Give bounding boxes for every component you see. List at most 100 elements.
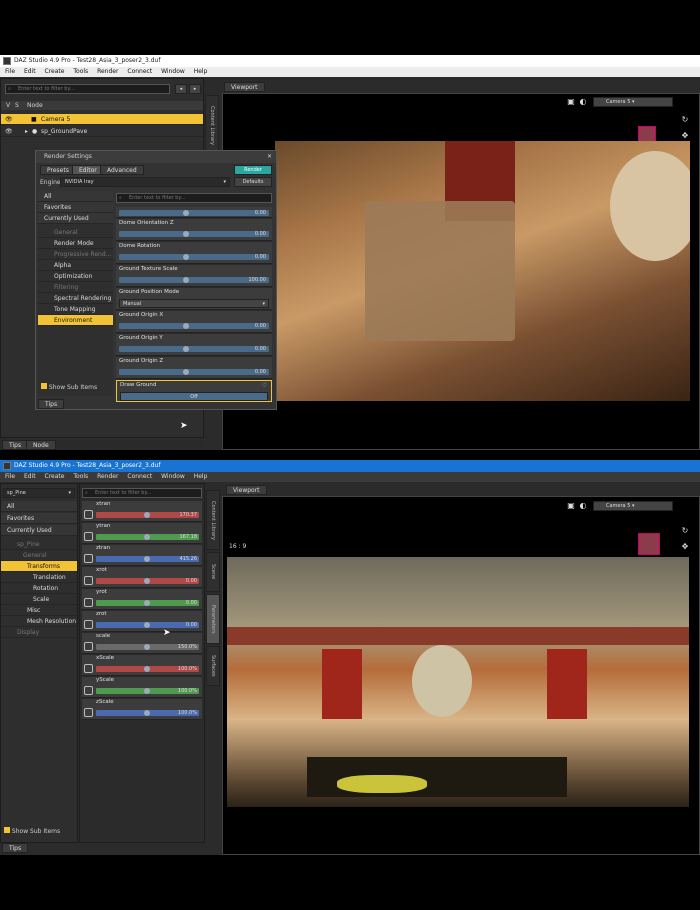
dial-icon[interactable] [84,664,93,673]
tree-misc[interactable]: Misc [1,605,77,616]
param-value[interactable]: 415.26 [180,556,198,562]
slider-knob[interactable] [144,534,150,540]
tree-display[interactable]: Display [1,627,77,638]
param-xScale[interactable]: xScale 100.0% [82,655,202,676]
menu-file[interactable]: File [5,67,15,77]
param-xrot[interactable]: xrot 0.00 [82,567,202,588]
prop-dome-orientation-z[interactable]: Dome Orientation Z 0.00 [116,219,272,241]
tree-transforms[interactable]: Transforms [1,561,77,572]
menu-create[interactable]: Create [45,472,65,482]
cat-currently-used[interactable]: Currently Used [38,213,113,224]
param-value[interactable]: 167.18 [180,534,198,540]
tab-editor[interactable]: Editor [72,165,104,175]
shading-icon[interactable]: ◐ [579,502,587,510]
draw-ground-toggle[interactable]: Off [120,392,268,401]
menu-render[interactable]: Render [97,472,118,482]
tree-translation[interactable]: Translation [1,572,77,583]
tab-advanced[interactable]: Advanced [100,165,144,175]
cat-favorites[interactable]: Favorites [1,513,77,524]
close-icon[interactable]: ✕ [267,151,272,163]
tree-filtering[interactable]: Filtering [38,282,113,293]
param-zScale[interactable]: zScale 100.0% [82,699,202,720]
menu-window[interactable]: Window [161,67,185,77]
camera-select[interactable]: Camera 5 ▾ [593,97,673,107]
slider-knob[interactable] [144,622,150,628]
viewport[interactable]: Camera 5 ▾ ▣ ◐ ↻ ✥ ⌕ ⤢ ⊕ ↺ [222,93,700,450]
param-filter-input[interactable]: ⌕ Enter text to filter by... [82,488,202,498]
cat-all[interactable]: All [1,501,77,512]
slider-knob[interactable] [144,666,150,672]
param-value[interactable]: 170.37 [180,512,198,518]
mode-select[interactable]: Manual ▾ [119,299,269,308]
slider[interactable] [119,231,269,237]
scene-filter-input[interactable]: ⌕ Enter text to filter by... [5,84,170,94]
slider-knob[interactable] [144,710,150,716]
favorite-icon[interactable]: ♡ [262,382,267,389]
scene-row-ground[interactable]: 👁 ▸ ● sp_GroundPave [1,126,203,137]
tab-scene[interactable]: Scene [206,552,220,592]
engine-select[interactable]: NVIDIA Iray ▾ [60,177,230,187]
slider[interactable] [119,346,269,352]
expand-arrow-icon[interactable]: ▸ [25,126,28,137]
tree-root[interactable]: sp_Pine [1,539,77,550]
render-filter-input[interactable]: ⌕ Enter text to filter by... [116,193,272,203]
slider[interactable] [119,210,269,216]
tab-parameters[interactable]: Parameters [206,594,220,644]
tab-tips[interactable]: Tips [2,843,29,853]
slider-knob[interactable] [144,512,150,518]
viewport-tab[interactable]: Viewport [224,82,265,92]
render-button[interactable]: Render [234,165,272,175]
menu-edit[interactable]: Edit [24,472,36,482]
dial-icon[interactable] [84,686,93,695]
tree-progressive[interactable]: Progressive Rend... [38,249,113,260]
viewport[interactable]: Camera 5 ▾ ▣ ◐ 16 : 9 ↻ ✥ ⌕ ⤢ ⊕ [222,496,700,855]
tree-alpha[interactable]: Alpha [38,260,113,271]
dial-icon[interactable] [84,532,93,541]
slider[interactable] [119,323,269,329]
param-ztran[interactable]: ztran 415.26 [82,545,202,566]
tree-mesh-resolution[interactable]: Mesh Resolution [1,616,77,627]
param-value[interactable]: 100.0% [178,710,197,716]
param-value[interactable]: 100.0% [178,688,197,694]
param-value[interactable]: 150.0% [178,644,197,650]
camera-select[interactable]: Camera 5 ▾ [593,501,673,511]
tree-rotation[interactable]: Rotation [1,583,77,594]
param-yScale[interactable]: yScale 100.0% [82,677,202,698]
param-ytran[interactable]: ytran 167.18 [82,523,202,544]
prop-ground-origin-x[interactable]: Ground Origin X 0.00 [116,311,272,333]
tree-spectral[interactable]: Spectral Rendering [38,293,113,304]
tab-tips[interactable]: Tips [38,399,65,409]
prop-dome-rotation[interactable]: Dome Rotation 0.00 [116,242,272,264]
scene-nav-back-button[interactable]: ◂ [175,84,187,94]
slider[interactable] [119,254,269,260]
prop-dome-orientation-y[interactable]: 0.00 [116,207,272,218]
cat-currently-used[interactable]: Currently Used [1,525,77,536]
orbit-icon[interactable]: ↻ [681,527,689,535]
scene-nav-forward-button[interactable]: ▸ [189,84,201,94]
dial-icon[interactable] [84,510,93,519]
slider[interactable] [96,622,199,628]
prop-ground-texture-scale[interactable]: Ground Texture Scale 100.00 [116,265,272,287]
menu-window[interactable]: Window [161,472,185,482]
menu-tools[interactable]: Tools [73,67,88,77]
show-sub-items-checkbox[interactable]: Show Sub Items [41,383,97,391]
tab-surfaces[interactable]: Surfaces [206,646,220,686]
param-value[interactable]: 0.00 [186,622,197,628]
slider-knob[interactable] [144,556,150,562]
menu-connect[interactable]: Connect [127,67,152,77]
dial-icon[interactable] [84,620,93,629]
menu-edit[interactable]: Edit [24,67,36,77]
cat-all[interactable]: All [38,191,113,202]
tab-tips[interactable]: Tips [2,440,29,450]
menu-file[interactable]: File [5,472,15,482]
render-icon[interactable]: ▣ [567,98,575,106]
tree-environment[interactable]: Environment [38,315,113,326]
menu-create[interactable]: Create [45,67,65,77]
slider[interactable] [119,369,269,375]
slider[interactable] [119,277,269,283]
slider-knob[interactable] [144,688,150,694]
pan-icon[interactable]: ✥ [681,543,689,551]
slider-knob[interactable] [144,600,150,606]
prop-ground-position-mode[interactable]: Ground Position Mode Manual ▾ [116,288,272,310]
dial-icon[interactable] [84,708,93,717]
